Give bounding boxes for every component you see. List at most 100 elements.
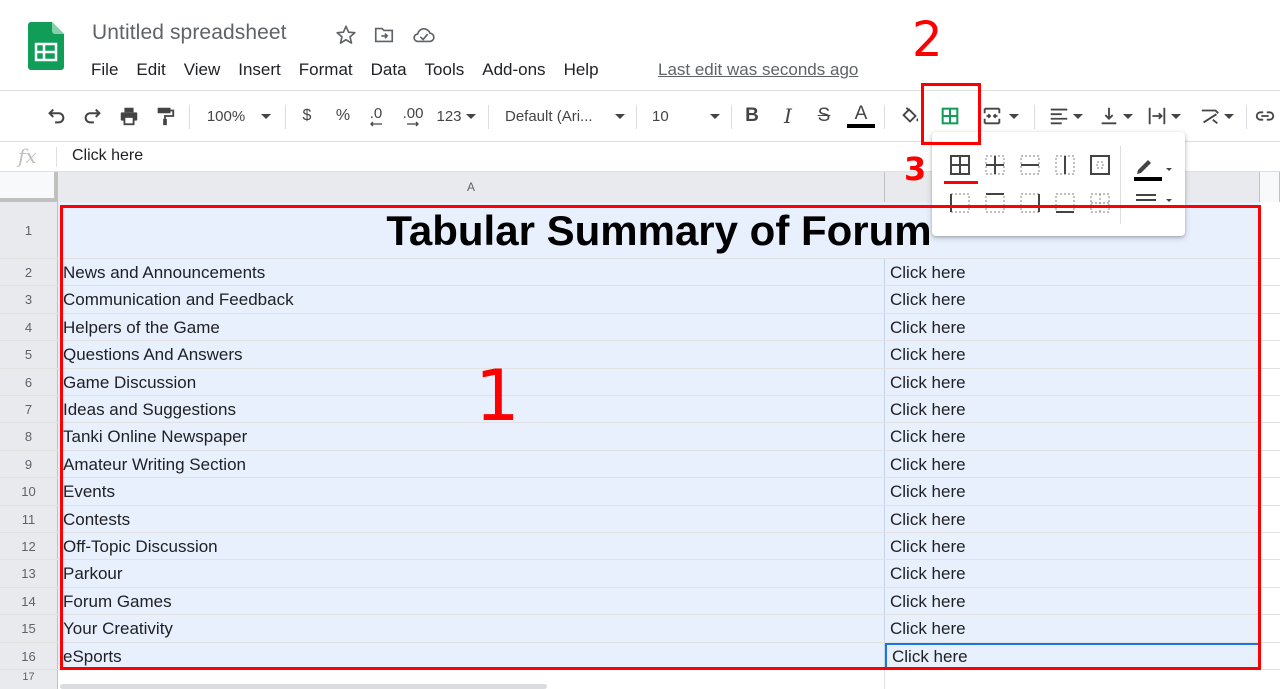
all-borders-icon[interactable] [947,152,973,178]
row-header[interactable]: 15 [0,615,58,642]
menu-file[interactable]: File [82,58,127,82]
row-header[interactable]: 2 [0,259,58,286]
print-icon[interactable] [115,101,143,131]
zoom-select[interactable]: 100% [200,101,278,131]
menu-bar: File Edit View Insert Format Data Tools … [82,58,608,82]
vertical-borders-icon[interactable] [1052,152,1078,178]
cloud-saved-icon[interactable] [412,24,435,46]
paint-format-icon[interactable] [151,101,179,131]
cell[interactable] [1260,505,1280,532]
cell[interactable] [1260,202,1280,258]
menu-format[interactable]: Format [290,58,362,82]
cell[interactable] [885,670,1280,689]
text-color-letter: A [854,103,868,124]
cell[interactable] [1260,313,1280,341]
row-header[interactable]: 6 [0,368,58,395]
merge-cells-button[interactable] [976,101,1024,131]
row-header[interactable]: 12 [0,533,58,560]
row-header[interactable]: 13 [0,560,58,587]
chevron-down-icon [615,113,625,119]
document-title[interactable]: Untitled spreadsheet [92,21,287,45]
cell[interactable] [1260,560,1280,587]
menu-data[interactable]: Data [362,58,416,82]
cell[interactable] [1260,533,1280,560]
sheets-logo-icon[interactable] [28,22,64,70]
star-icon[interactable] [335,24,357,46]
cell[interactable] [1260,286,1280,313]
menu-view[interactable]: View [175,58,230,82]
row-header[interactable]: 9 [0,450,58,478]
italic-button[interactable]: I [776,101,800,131]
cell[interactable] [1260,615,1280,642]
cell[interactable] [1260,368,1280,395]
text-rotation-button[interactable] [1194,101,1238,131]
row-header[interactable]: 3 [0,286,58,313]
font-family-select[interactable]: Default (Ari... [505,101,625,131]
folder-move-icon[interactable] [373,24,395,46]
font-family-value: Default (Ari... [505,107,593,125]
menu-edit[interactable]: Edit [127,58,174,82]
insert-link-icon[interactable] [1254,101,1280,131]
cell[interactable] [1260,423,1280,450]
cell[interactable] [1260,259,1280,286]
chevron-down-icon [261,113,272,119]
text-wrap-button[interactable] [1142,101,1184,131]
text-color-button[interactable]: A [846,101,876,131]
row-header[interactable]: 7 [0,396,58,423]
font-size-select[interactable]: 10 [652,101,720,131]
select-all-corner[interactable] [0,172,58,202]
cell[interactable] [1260,450,1280,478]
increase-decimal-button[interactable]: .00 [397,101,429,131]
row-header[interactable]: 5 [0,341,58,368]
strikethrough-button[interactable]: S [812,101,836,131]
row-header[interactable]: 17 [0,670,58,689]
zoom-value: 100% [206,107,246,125]
border-color-icon[interactable] [1132,152,1176,181]
redo-icon[interactable] [79,101,107,131]
bold-button[interactable]: B [740,101,764,131]
toolbar-divider [1034,105,1035,129]
vertical-align-button[interactable] [1094,101,1136,131]
cell[interactable] [1260,341,1280,368]
cell[interactable] [1260,642,1280,669]
row-header[interactable]: 8 [0,423,58,450]
menu-add-ons[interactable]: Add-ons [473,58,554,82]
row-header[interactable]: 11 [0,505,58,532]
inner-borders-icon[interactable] [982,152,1008,178]
toolbar-divider [285,105,286,129]
currency-button[interactable]: $ [296,101,318,131]
arrow-right-icon [407,121,419,126]
row-header[interactable]: 10 [0,478,58,505]
more-formats-button[interactable]: 123 [435,101,477,131]
formula-input[interactable]: Click here [72,147,143,165]
column-header-c[interactable] [1260,172,1280,202]
row-header[interactable]: 4 [0,313,58,341]
menu-insert[interactable]: Insert [229,58,290,82]
column-header-a[interactable]: A [58,172,885,202]
cell[interactable] [1260,478,1280,505]
fill-color-icon[interactable] [896,101,924,131]
text-color-swatch [847,124,875,128]
last-edit-link[interactable]: Last edit was seconds ago [658,58,858,82]
row-header[interactable]: 1 [0,202,58,258]
row-header[interactable]: 14 [0,587,58,615]
cell[interactable] [1260,396,1280,423]
horizontal-align-button[interactable] [1044,101,1086,131]
formula-divider [56,147,57,167]
outer-borders-icon[interactable] [1087,152,1113,178]
menu-help[interactable]: Help [555,58,608,82]
toolbar-divider [731,105,732,129]
percent-button[interactable]: % [332,101,354,131]
decrease-decimal-button[interactable]: .0 [362,101,390,131]
chevron-down-icon [1170,113,1181,119]
cell[interactable] [1260,587,1280,615]
row-header[interactable]: 16 [0,642,58,669]
horizontal-borders-icon[interactable] [1017,152,1043,178]
undo-icon[interactable] [42,101,70,131]
toolbar-divider [636,105,637,129]
horizontal-scrollbar[interactable] [60,684,547,689]
align-left-icon [1050,108,1067,125]
annotation-number: 1 [475,355,520,437]
annotation-box-borders [921,83,981,145]
menu-tools[interactable]: Tools [416,58,474,82]
